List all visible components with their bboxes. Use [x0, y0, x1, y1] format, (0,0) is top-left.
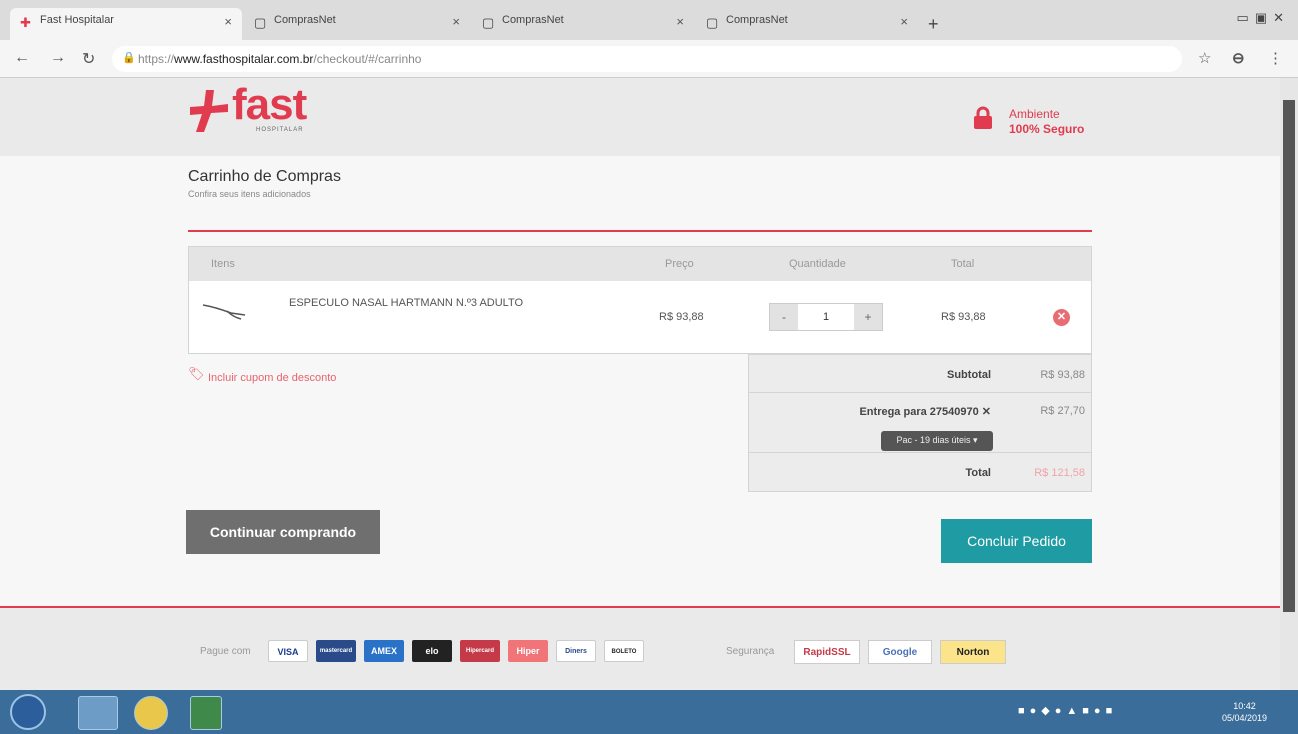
column-header-total: Total [951, 258, 975, 270]
page-title: Carrinho de Compras [188, 168, 341, 185]
column-header-items: Itens [211, 258, 235, 270]
secure-percent-label: 100% Seguro [1009, 122, 1085, 136]
close-tab-icon[interactable]: × [900, 14, 908, 29]
diners-logo: Diners [556, 640, 596, 662]
os-taskbar: ■●◆●▲■●■ 10:42 05/04/2019 [0, 690, 1298, 734]
logo-subtitle: HOSPITALAR [256, 127, 304, 133]
visa-logo: VISA [268, 640, 308, 662]
elo-logo: elo [412, 640, 452, 662]
menu-dots-icon[interactable]: ⋮ [1268, 49, 1283, 67]
tab-comprasnet-3[interactable]: ▢ ComprasNet × [696, 8, 918, 40]
quantity-decrease-button[interactable]: - [770, 304, 798, 330]
total-row: Total R$ 121,58 [749, 453, 1091, 491]
coupon-link[interactable]: Incluir cupom de desconto [208, 372, 336, 384]
shipping-row: Entrega para 27540970 ✕ R$ 27,70 Pac - 1… [749, 393, 1091, 453]
url-path: /checkout/#/carrinho [313, 52, 422, 66]
secure-env-label: Ambiente [1009, 107, 1060, 121]
tab-title: ComprasNet [274, 14, 336, 26]
product-name[interactable]: ESPECULO NASAL HARTMANN N.º3 ADULTO [289, 297, 523, 309]
clock-date: 05/04/2019 [1222, 713, 1268, 723]
site-header: fast HOSPITALAR Ambiente 100% Seguro [0, 78, 1280, 156]
column-header-quantity: Quantidade [789, 258, 846, 270]
address-bar[interactable]: 🔒 https://www.fasthospitalar.com.br/chec… [112, 46, 1182, 72]
reload-icon[interactable]: ↻ [82, 49, 95, 69]
url-host: www.fasthospitalar.com.br [174, 52, 314, 66]
bookmark-star-icon[interactable]: ☆ [1198, 49, 1211, 67]
window-controls[interactable]: ▭▣✕ [1237, 10, 1290, 26]
tab-comprasnet-1[interactable]: ▢ ComprasNet × [244, 8, 470, 40]
title-divider [188, 230, 1092, 232]
scrollbar-thumb[interactable] [1283, 100, 1295, 612]
product-price: R$ 93,88 [659, 311, 704, 323]
logo-text: fast [232, 80, 307, 129]
amex-logo: AMEX [364, 640, 404, 662]
security-label: Segurança [726, 646, 775, 657]
quantity-input[interactable]: 1 [798, 304, 854, 330]
chrome-icon[interactable] [134, 696, 168, 730]
shipping-method-dropdown[interactable]: Pac - 19 dias úteis ▾ [881, 431, 993, 451]
page-subtitle: Confira seus itens adicionados [188, 189, 311, 199]
site-footer: Pague com VISA mastercard AMEX elo Hiper… [0, 608, 1280, 690]
mastercard-logo: mastercard [316, 640, 356, 662]
subtotal-label: Subtotal [947, 369, 991, 381]
subtotal-value: R$ 93,88 [1040, 369, 1085, 381]
quantity-increase-button[interactable]: + [854, 304, 882, 330]
boleto-logo: BOLETO [604, 640, 644, 662]
back-arrow-icon[interactable]: ← [14, 49, 30, 67]
order-summary: Subtotal R$ 93,88 Entrega para 27540970 … [748, 354, 1092, 492]
tab-title: ComprasNet [502, 14, 564, 26]
system-tray-icons[interactable]: ■●◆●▲■●■ [1018, 704, 1117, 717]
tab-comprasnet-2[interactable]: ▢ ComprasNet × [472, 8, 694, 40]
tab-fast-hospitalar[interactable]: ✚ Fast Hospitalar × [10, 8, 242, 40]
rapidssl-seal: RapidSSL [794, 640, 860, 664]
google-safe-seal: Google [868, 640, 932, 664]
nasal-speculum-image [202, 304, 246, 320]
url-scheme: https:// [138, 52, 175, 66]
lock-icon: 🔒 [122, 52, 136, 64]
tab-title: ComprasNet [726, 14, 788, 26]
continue-shopping-button[interactable]: Continuar comprando [186, 510, 380, 554]
forward-arrow-icon[interactable]: → [50, 49, 66, 67]
hipercard-logo: Hipercard [460, 640, 500, 662]
tag-icon[interactable]: 🏷 [188, 366, 205, 382]
browser-tab-bar: ✚ Fast Hospitalar × ▢ ComprasNet × ▢ Com… [0, 0, 1298, 40]
cart-table: Itens Preço Quantidade Total ESPECULO NA… [188, 246, 1092, 354]
column-header-price: Preço [665, 258, 694, 270]
close-tab-icon[interactable]: × [224, 14, 232, 29]
total-value: R$ 121,58 [1034, 467, 1085, 479]
finish-order-button[interactable]: Concluir Pedido [941, 519, 1092, 563]
payment-label: Pague com [200, 646, 251, 657]
subtotal-row: Subtotal R$ 93,88 [749, 355, 1091, 393]
page-viewport: fast HOSPITALAR Ambiente 100% Seguro Car… [0, 78, 1280, 690]
browser-toolbar: ← → ↻ 🔒 https://www.fasthospitalar.com.b… [0, 40, 1298, 78]
product-total: R$ 93,88 [941, 311, 986, 323]
clock-time: 10:42 [1233, 701, 1256, 711]
spreadsheet-app-icon[interactable] [190, 696, 222, 730]
close-tab-icon[interactable]: × [452, 14, 460, 29]
remove-item-icon[interactable]: ✕ [1053, 309, 1070, 326]
tab-title: Fast Hospitalar [40, 14, 114, 26]
shipping-value: R$ 27,70 [1040, 405, 1085, 417]
account-icon[interactable]: ⊖ [1232, 49, 1245, 67]
fast-cross-logo-icon [190, 90, 228, 132]
norton-seal: Norton [940, 640, 1006, 664]
page-icon: ▢ [254, 15, 267, 30]
new-tab-button[interactable]: + [928, 14, 939, 35]
table-header: Itens Preço Quantidade Total [189, 247, 1091, 281]
total-label: Total [965, 467, 991, 479]
file-explorer-icon[interactable] [78, 696, 118, 730]
page-icon: ▢ [706, 15, 719, 30]
windows-start-icon[interactable] [10, 694, 46, 730]
hiper-logo: Hiper [508, 640, 548, 662]
taskbar-clock[interactable]: 10:42 05/04/2019 [1222, 700, 1267, 724]
page-icon: ▢ [482, 15, 495, 30]
quantity-stepper: - 1 + [769, 303, 883, 331]
shipping-label[interactable]: Entrega para 27540970 ✕ [859, 405, 991, 418]
padlock-icon [974, 106, 992, 129]
close-tab-icon[interactable]: × [676, 14, 684, 29]
fast-favicon-icon: ✚ [20, 15, 31, 30]
